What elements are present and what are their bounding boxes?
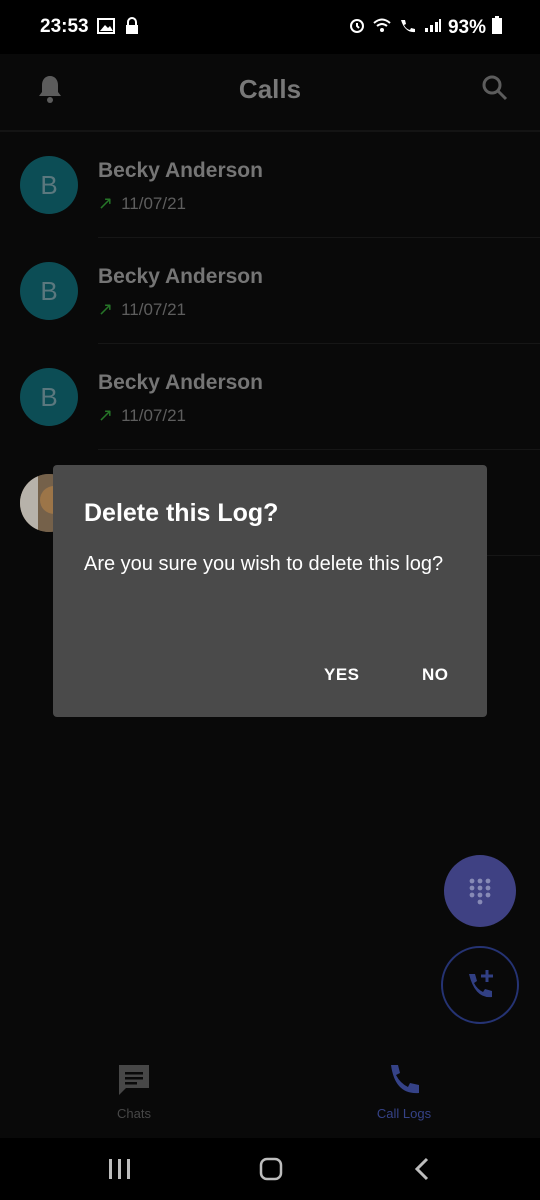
battery-percent: 93% <box>447 17 486 38</box>
delete-log-dialog: Delete this Log? Are you sure you wish t… <box>53 465 487 717</box>
back-icon[interactable] <box>414 1157 430 1186</box>
recents-icon[interactable] <box>108 1158 132 1185</box>
system-navigation-bar <box>0 1138 540 1200</box>
image-icon <box>97 18 115 40</box>
signal-icon <box>424 17 442 39</box>
status-time: 23:53 <box>40 16 89 37</box>
wifi-icon <box>372 17 392 39</box>
lock-icon <box>125 17 139 41</box>
battery-icon <box>492 16 502 40</box>
dialog-message: Are you sure you wish to delete this log… <box>84 553 444 575</box>
status-bar: 23:53 93% <box>0 0 540 54</box>
yes-button[interactable]: YES <box>324 665 360 685</box>
alarm-icon <box>348 16 366 40</box>
wifi-calling-icon <box>398 17 418 39</box>
status-left-icons <box>97 17 139 41</box>
home-icon[interactable] <box>259 1157 283 1186</box>
dialog-title: Delete this Log? <box>84 499 279 527</box>
status-right-icons: 93% <box>348 16 502 40</box>
no-button[interactable]: NO <box>422 665 449 685</box>
